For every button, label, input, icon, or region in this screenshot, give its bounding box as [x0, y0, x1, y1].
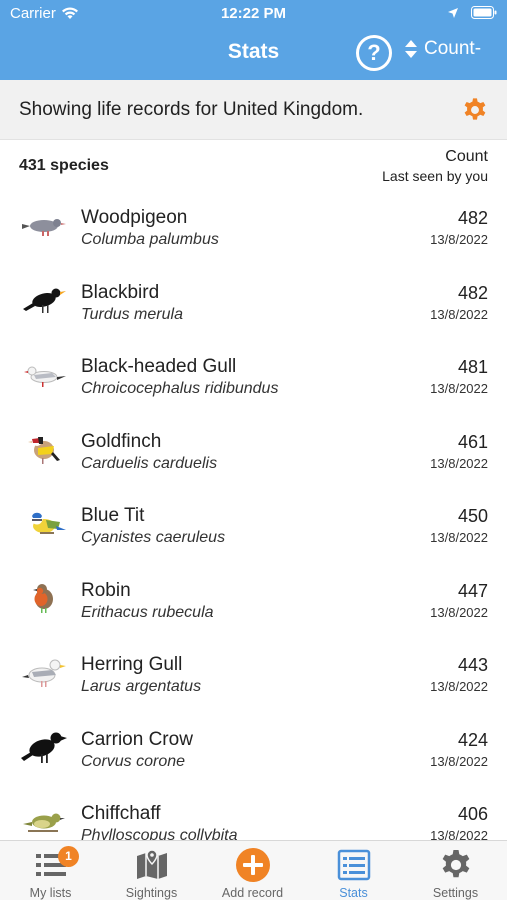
sighting-count: 482	[457, 282, 488, 303]
herring-gull-icon	[22, 659, 66, 687]
sighting-count: 443	[457, 655, 488, 675]
scientific-name: Carduelis carduelis	[81, 454, 218, 472]
sighting-count: 481	[457, 357, 488, 377]
sighting-count: 447	[457, 580, 488, 601]
tab-my-lists[interactable]: 1 My lists	[0, 841, 101, 900]
last-seen-column-label: Last seen by you	[382, 168, 488, 184]
woodpigeon-icon	[22, 219, 66, 236]
map-icon	[136, 849, 167, 879]
list-item[interactable]: Goldfinch Carduelis carduelis 461 13/8/2…	[0, 416, 507, 491]
sort-button[interactable]: Count-	[404, 38, 481, 60]
list-item[interactable]: Herring Gull Larus argentatus 443 13/8/2…	[0, 639, 507, 714]
nav-bar: Stats ? Count-	[0, 28, 507, 80]
battery-icon	[471, 6, 497, 19]
notification-badge: 1	[58, 846, 79, 867]
tab-sightings[interactable]: Sightings	[101, 841, 202, 900]
robin-icon	[33, 583, 53, 613]
common-name: Carrion Crow	[81, 728, 193, 750]
region-text: Showing life records for United Kingdom.	[19, 99, 364, 120]
last-seen-date: 13/8/2022	[430, 679, 488, 694]
goldfinch-icon	[28, 435, 60, 464]
list-item[interactable]: Chiffchaff Phylloscopus collybita 406 13…	[0, 788, 507, 840]
crow-icon	[21, 732, 67, 763]
help-icon: ?	[367, 40, 381, 65]
sort-arrows-icon	[405, 40, 417, 58]
list-item[interactable]: Woodpigeon Columba palumbus 482 13/8/202…	[0, 192, 507, 267]
sighting-count: 450	[457, 506, 488, 526]
last-seen-date: 13/8/2022	[430, 753, 488, 769]
scientific-name: Phylloscopus collybita	[81, 827, 238, 840]
list-item[interactable]: Robin Erithacus rubecula 447 13/8/2022	[0, 565, 507, 640]
common-name: Blue Tit	[81, 505, 145, 526]
common-name: Robin	[81, 579, 131, 601]
tab-label: Stats	[339, 886, 368, 900]
clock: 12:22 PM	[220, 5, 287, 22]
tab-label: Sightings	[125, 886, 178, 900]
scientific-name: Turdus merula	[81, 305, 183, 323]
help-button[interactable]: ?	[356, 35, 392, 71]
last-seen-date: 13/8/2022	[430, 306, 488, 322]
scientific-name: Columba palumbus	[81, 231, 219, 248]
last-seen-date: 13/8/2022	[430, 530, 488, 545]
location-arrow-icon	[448, 7, 458, 18]
sort-label: Count-	[424, 38, 482, 59]
last-seen-date: 13/8/2022	[430, 232, 488, 247]
count-column-label: Count	[445, 148, 488, 165]
region-settings-icon[interactable]	[461, 96, 489, 124]
common-name: Woodpigeon	[81, 207, 188, 228]
gear-icon	[442, 850, 469, 878]
common-name: Blackbird	[81, 281, 160, 303]
tab-label: Settings	[432, 886, 479, 900]
common-name: Chiffchaff	[81, 803, 161, 824]
tab-stats[interactable]: Stats	[303, 841, 404, 900]
scientific-name: Larus argentatus	[81, 678, 202, 695]
scientific-name: Erithacus rubecula	[81, 603, 214, 621]
tab-label: My lists	[29, 886, 72, 900]
scientific-name: Cyanistes caeruleus	[81, 529, 226, 546]
region-bar: Showing life records for United Kingdom.	[0, 80, 507, 140]
tab-bar: 1 My lists Sightings Add record Stats Se…	[0, 840, 507, 900]
list-item[interactable]: Black-headed Gull Chroicocephalus ridibu…	[0, 341, 507, 416]
stats-icon	[337, 849, 370, 881]
sighting-count: 406	[457, 804, 488, 824]
sighting-count: 482	[457, 208, 488, 228]
tab-label: Add record	[221, 886, 284, 900]
list-item[interactable]: Blackbird Turdus merula 482 13/8/2022	[0, 267, 507, 342]
tab-add-record[interactable]: Add record	[202, 841, 303, 900]
common-name: Black-headed Gull	[81, 356, 237, 377]
last-seen-date: 13/8/2022	[430, 381, 488, 396]
last-seen-date: 13/8/2022	[430, 455, 488, 471]
tab-settings[interactable]: Settings	[405, 841, 506, 900]
list-item[interactable]: Blue Tit Cyanistes caeruleus 450 13/8/20…	[0, 490, 507, 565]
list-header: 431 species Count Last seen by you	[0, 140, 507, 192]
last-seen-date: 13/8/2022	[430, 828, 488, 840]
sighting-count: 461	[457, 431, 488, 452]
species-count: 431 species	[19, 157, 109, 174]
sighting-count: 424	[457, 729, 488, 750]
species-list: Woodpigeon Columba palumbus 482 13/8/202…	[0, 192, 507, 840]
scientific-name: Corvus corone	[81, 752, 186, 770]
scientific-name: Chroicocephalus ridibundus	[81, 380, 279, 397]
status-bar: Carrier 12:22 PM	[0, 0, 507, 28]
last-seen-date: 13/8/2022	[430, 604, 488, 620]
chiffchaff-icon	[23, 813, 65, 832]
gull-icon	[24, 366, 66, 387]
common-name: Herring Gull	[81, 654, 183, 675]
common-name: Goldfinch	[81, 430, 162, 452]
blackbird-icon	[23, 288, 66, 313]
blue-tit-icon	[31, 512, 66, 534]
list-item[interactable]: Carrion Crow Corvus corone 424 13/8/2022	[0, 714, 507, 789]
add-icon	[235, 848, 270, 882]
